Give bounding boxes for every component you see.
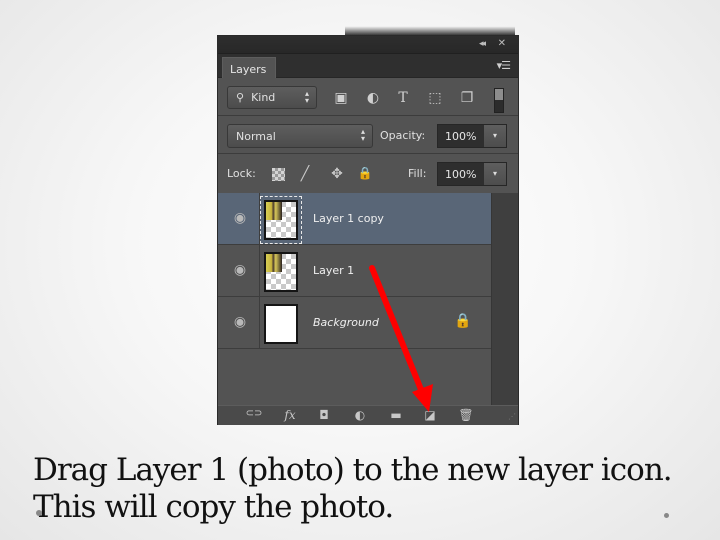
arrow-head (412, 384, 433, 412)
caption-line-1: Drag Layer 1 (photo) to the new layer ic… (33, 452, 673, 488)
bullet-dot (664, 513, 669, 518)
caption-line-2: This will copy the photo. (33, 489, 394, 525)
arrow-shaft (369, 265, 425, 395)
instruction-caption: Drag Layer 1 (photo) to the new layer ic… (33, 452, 720, 526)
bullet-dot (36, 510, 42, 516)
